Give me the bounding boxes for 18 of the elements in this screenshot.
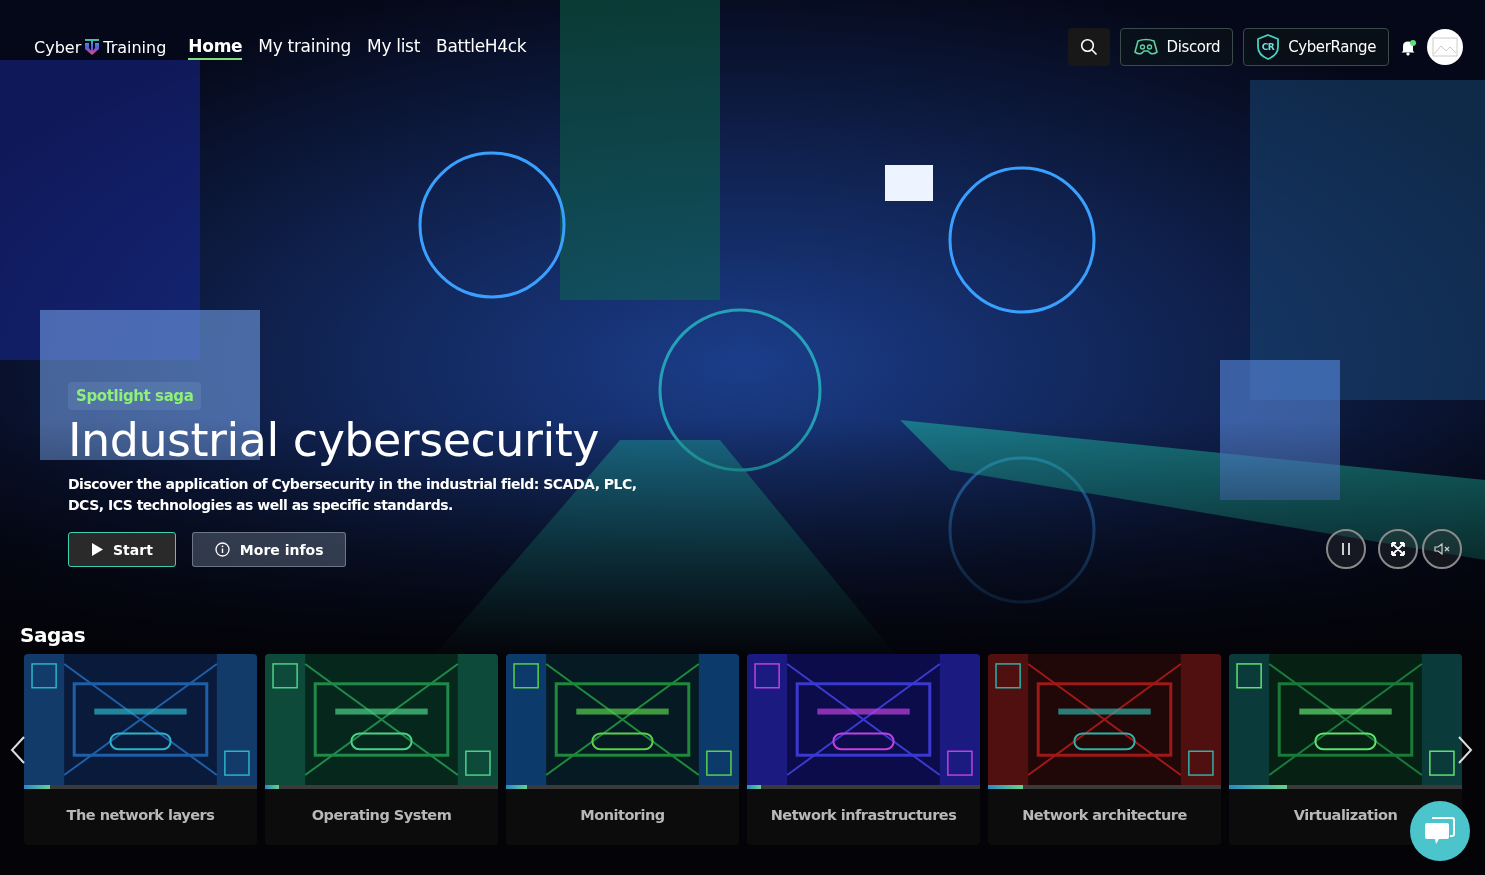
chevron-right-icon [1457,736,1473,764]
saga-title: The network layers [65,807,216,823]
saga-card[interactable]: Network architecture [988,654,1221,845]
previous-button[interactable] [10,736,26,764]
chevron-left-icon [10,736,26,764]
chat-bubbles-icon [1424,816,1456,846]
saga-title: Virtualization [1292,807,1399,823]
saga-card[interactable]: The network layers [24,654,257,845]
saga-card[interactable]: Monitoring [506,654,739,845]
saga-card[interactable]: Virtualization [1229,654,1462,845]
saga-title: Network architecture [1021,807,1188,823]
saga-card[interactable]: Network infrastructures [747,654,980,845]
saga-title: Operating System [310,807,453,823]
saga-title: Network infrastructures [769,807,958,823]
saga-card[interactable]: Operating System [265,654,498,845]
chat-button[interactable] [1410,801,1470,861]
next-button[interactable] [1457,736,1473,764]
saga-title: Monitoring [579,807,666,823]
